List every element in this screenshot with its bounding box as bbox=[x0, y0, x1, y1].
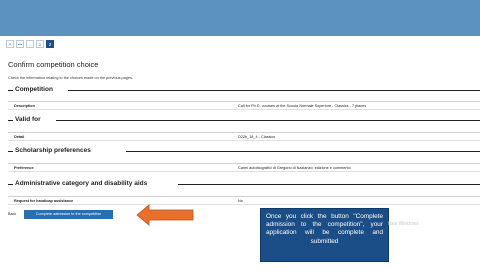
windows-activation-watermark: ttiva Windows bbox=[388, 221, 419, 227]
step-indicator: A ••• ... 1 2 bbox=[6, 40, 54, 48]
section-rule bbox=[8, 120, 13, 122]
top-banner bbox=[0, 0, 480, 36]
row-value: Call for Ph.D. courses at the Scuola Nor… bbox=[238, 104, 367, 108]
section-title: Administrative category and disability a… bbox=[15, 180, 150, 187]
section-rule bbox=[126, 151, 480, 153]
section-rule bbox=[8, 184, 13, 186]
step-current[interactable]: 2 bbox=[46, 40, 54, 48]
section-valid-for: Valid for bbox=[8, 116, 480, 126]
table-row: Preference Carmi autobiografici di Grego… bbox=[8, 163, 480, 172]
step-4[interactable]: 1 bbox=[36, 40, 44, 48]
section-administrative: Administrative category and disability a… bbox=[8, 180, 480, 190]
section-rule bbox=[178, 184, 480, 186]
section-competition: Competition bbox=[8, 86, 480, 96]
section-title: Scholarship preferences bbox=[15, 147, 93, 154]
step-a[interactable]: A bbox=[6, 40, 14, 48]
section-scholarship-preferences: Scholarship preferences bbox=[8, 147, 480, 157]
row-value: Carmi autobiografici di Gregorio di Nazi… bbox=[238, 166, 351, 170]
table-row: Description Call for Ph.D. courses at th… bbox=[8, 101, 480, 110]
section-title: Competition bbox=[15, 86, 55, 93]
section-rule bbox=[8, 90, 13, 92]
annotation-callout: Once you click the button "Complete admi… bbox=[260, 208, 389, 262]
row-label: Request for handicap assistance bbox=[14, 199, 74, 203]
step-3[interactable]: ... bbox=[26, 40, 34, 48]
row-label: Preference bbox=[14, 166, 34, 170]
table-row: Request for handicap assistance No bbox=[8, 196, 480, 205]
section-rule bbox=[8, 151, 13, 153]
table-row: Detail D22b_18_4 - Classics bbox=[8, 132, 480, 141]
row-label: Description bbox=[14, 104, 35, 108]
section-title: Valid for bbox=[15, 116, 43, 123]
page-title: Confirm competition choice bbox=[8, 60, 99, 69]
back-button[interactable]: Back bbox=[8, 210, 16, 218]
row-value: No bbox=[238, 199, 243, 203]
row-label: Detail bbox=[14, 135, 25, 139]
row-value: D22b_18_4 - Classics bbox=[238, 135, 276, 139]
arrow-left-icon bbox=[136, 204, 194, 226]
step-2[interactable]: ••• bbox=[16, 40, 24, 48]
page-intro: Check the information relating to the ch… bbox=[8, 76, 133, 80]
section-rule bbox=[56, 120, 480, 122]
complete-admission-button[interactable]: Complete admission to the competition bbox=[24, 210, 113, 219]
section-rule bbox=[68, 90, 480, 92]
